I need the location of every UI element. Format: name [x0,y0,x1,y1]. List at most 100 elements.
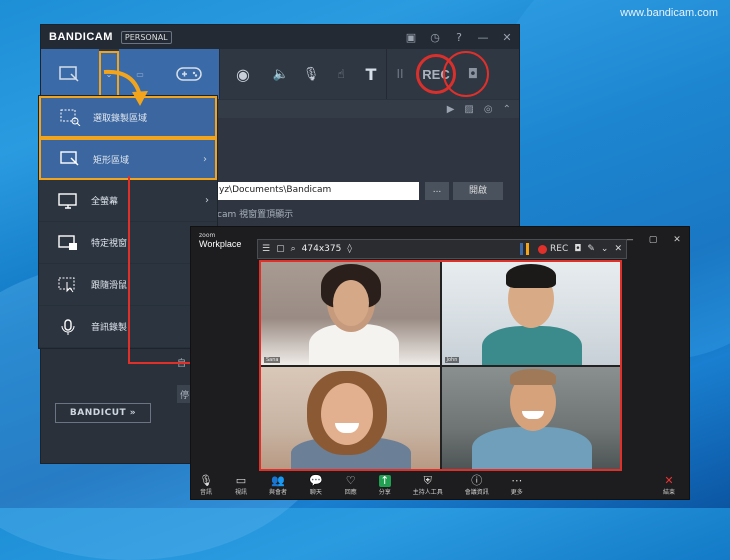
bandicut-button[interactable]: BANDICUT » [55,403,151,423]
toolbar-label: 音訊 [199,489,212,496]
highlight-arrow [103,69,148,106]
always-on-top-option[interactable]: cam 視窗置頂顯示 [217,207,293,220]
bandicam-subbar: ▶ ▨ ◎ ⌃ [217,100,519,118]
rec-label: REC [550,244,569,254]
participant-name: John [444,356,460,363]
toolbar-label: 主持人工具 [412,489,443,496]
browse-button[interactable]: ... [425,182,449,200]
speaker-button[interactable]: 🔈 [266,49,296,99]
bandicam-titlebar: BANDICAM PERSONAL ▣ ◷ ? — ✕ [41,25,519,49]
toolbar-label: 回應 [344,489,357,496]
rec-dot-icon [538,244,547,254]
chevron-right-icon: › [203,153,207,165]
connector-line [128,176,130,364]
rec-button[interactable]: REC [520,243,568,255]
zoom-toolbar-more[interactable]: ⋯ 更多 [510,475,523,497]
mic-icon: 🎙 [302,66,320,82]
image-icon[interactable]: ▨ [464,104,473,115]
video-tile: John [441,262,620,365]
level-meter-icon [520,243,523,255]
webcam-off-icon: ◉ [236,64,250,84]
menu-item-label: 選取錄製區域 [93,113,148,124]
mic-icon: 🎙 [199,474,213,487]
output-folder-input[interactable]: yz\Documents\Bandicam [217,182,419,200]
bandicam-logo: BANDICAM [49,31,113,43]
toolbar-label: 會議資訊 [464,489,489,496]
host-tools-icon: ⛨ [423,474,432,487]
zoom-window: zoom Workplace — ▢ ✕ ☰ ▢ ⌕ 474x375 ◊ REC… [190,226,690,500]
zoom-toolbar-video[interactable]: ▭ 視訊 [234,474,247,497]
screen-mode-button[interactable] [41,49,99,99]
rec-highlight-ring [443,51,489,97]
text-overlay-button[interactable]: T [356,49,386,99]
level-meter-icon [526,243,529,255]
zoom-toolbar-share[interactable]: ↑ 分享 [378,474,391,496]
zoom-toolbar-host-tools[interactable]: ⛨ 主持人工具 [412,474,443,497]
toolbar-label: 更多 [510,489,523,496]
audio-icon[interactable]: ◎ [484,104,493,115]
pause-icon: II [396,67,404,81]
menu-item-label: 跟隨滑鼠 [91,281,128,291]
maximize-icon[interactable]: ▢ [641,235,665,245]
zoom-toolbar-audio[interactable]: 🎙 音訊 [199,474,213,497]
menu-item-label: 矩形區域 [93,155,130,166]
close-icon[interactable]: ✕ [495,31,519,44]
window-lock-icon [57,234,79,252]
mic-button[interactable]: 🎙 [296,49,326,99]
webcam-button[interactable]: ◉ [220,49,266,99]
camera-icon[interactable]: ◘ [574,244,581,254]
zoom-toolbar: 🎙 音訊 ▭ 視訊 👥 與會者 💬 聊天 ♡ 回應 ↑ 分享 ⛨ 主持人工具 ⓘ 會議資訊 ⋯ 更… [191,469,689,499]
zoom-toolbar-chat[interactable]: 💬 聊天 [309,475,323,497]
share-icon: ↑ [378,474,391,487]
open-folder-button[interactable]: 開啟 [453,182,503,200]
video-tile: Sana [261,262,440,365]
select-region-icon [59,108,81,126]
cursor-effect-button[interactable]: ☝ [326,49,356,99]
collapse-icon[interactable]: ⌃ [503,104,511,115]
end-icon: ✕ [664,474,674,487]
toolbar-label: 聊天 [309,489,322,496]
speaker-icon: 🔈 [272,66,290,82]
toolbar-label: 分享 [378,489,391,496]
toolbar-label: 結束 [662,489,675,496]
zoom-toolbar-info[interactable]: ⓘ 會議資訊 [464,474,489,497]
zoom-toolbar-reactions[interactable]: ♡ 回應 [344,474,357,497]
help-icon[interactable]: ? [447,31,471,44]
close-icon[interactable]: ✕ [614,244,622,254]
toolbar-label: 視訊 [234,489,247,496]
audio-record-icon [57,318,79,336]
collapse-icon[interactable]: ⌄ [601,244,609,254]
participants-icon: 👥 [271,474,285,487]
menu-icon[interactable]: ☰ [262,244,270,254]
recording-region[interactable]: Sana John [259,260,622,471]
camera-icon: ▭ [235,474,247,487]
folder-icon[interactable]: ▣ [399,31,423,44]
reaction-icon: ♡ [345,474,356,487]
fullscreen-icon[interactable]: ▢ [276,244,285,254]
minimize-icon[interactable]: — [471,31,495,44]
rectangle-region-icon [59,150,81,168]
chevron-right-icon: › [205,195,209,206]
zoom-toolbar-end[interactable]: ✕ 結束 [662,474,675,497]
plan-badge: PERSONAL [120,30,172,44]
participant-name: Sana [264,356,281,363]
drop-icon[interactable]: ◊ [347,244,351,254]
menu-item-label: 音訊錄製 [91,323,128,333]
video-icon[interactable]: ▶ [447,104,455,115]
rectangle-select-icon [59,66,79,82]
toolbar-label: 與會者 [268,489,287,496]
zoom-toolbar-participants[interactable]: 👥 與會者 [268,474,287,497]
close-icon[interactable]: ✕ [665,235,689,245]
cursor-icon: ☝ [337,67,345,81]
video-tile [261,366,440,469]
pen-icon[interactable]: ✎ [587,244,595,254]
bandicam-rect-toolbar: ☰ ▢ ⌕ 474x375 ◊ REC ◘ ✎ ⌄ ✕ [257,239,627,259]
search-region-icon[interactable]: ⌕ [291,244,296,254]
pause-button[interactable]: II [387,49,413,99]
info-icon: ⓘ [471,474,483,487]
gamepad-icon [176,67,202,81]
recording-size[interactable]: 474x375 [302,244,342,254]
menu-item-rectangle-region[interactable]: 矩形區域 › [39,138,217,180]
zoom-brand: Workplace [199,239,242,249]
clock-icon[interactable]: ◷ [423,31,447,44]
